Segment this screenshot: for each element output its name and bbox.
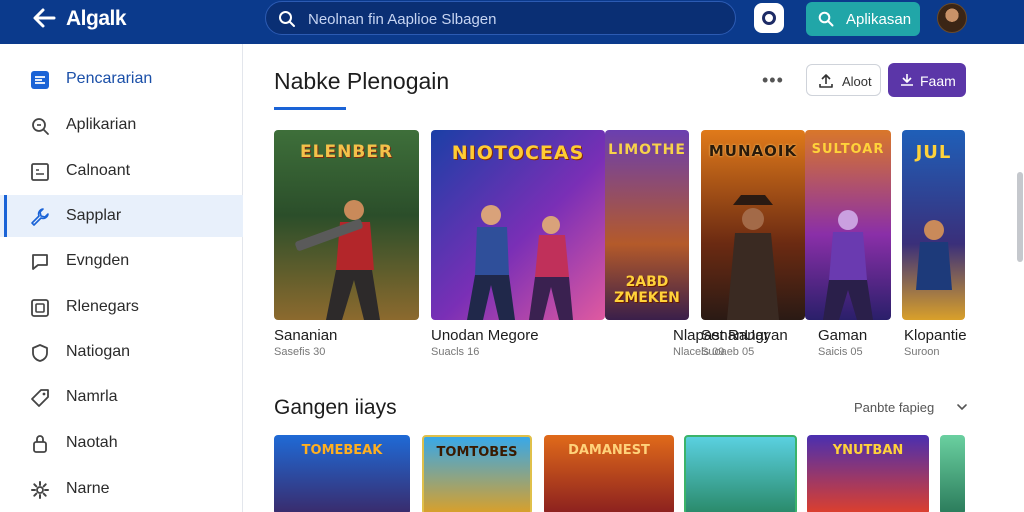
shield-icon [32, 344, 48, 362]
dashboard-icon [31, 71, 49, 89]
tag-icon [31, 389, 49, 407]
banner-text: 2ABD ZMEKEN [614, 274, 680, 306]
card-meta: Suroon [904, 346, 940, 358]
card-art-title: LIMOTHE [608, 142, 686, 158]
sidebar-item-label: Sapplar [66, 207, 122, 224]
gear-icon [31, 481, 49, 499]
sidebar: Pencararian Aplikarian Calnoant Sapplar … [0, 44, 243, 512]
game-artwork [823, 210, 873, 320]
share-button[interactable]: Aloot [806, 64, 881, 96]
card-meta: Suacls 16 [431, 346, 480, 358]
game-tile[interactable]: YNUTBAN [807, 435, 929, 512]
lock-icon [33, 435, 47, 453]
sidebar-item-label: Calnoant [66, 162, 131, 179]
tile-art-title: YNUTBAN [832, 443, 904, 458]
sidebar-item-rlenegars[interactable]: Rlenegars [0, 286, 243, 328]
calendar-icon [31, 163, 49, 181]
back-arrow-icon[interactable] [30, 6, 58, 30]
game-card[interactable]: ELENBER [274, 130, 419, 320]
sidebar-item-natiogan[interactable]: Natiogan [0, 331, 243, 373]
sidebar-item-aplikarian[interactable]: Aplikarian [0, 104, 243, 146]
upload-icon [819, 74, 833, 88]
tile-art-title: DAMANEST [568, 443, 650, 458]
card-art-title: ELENBER [300, 142, 393, 162]
game-artwork [916, 220, 952, 290]
scrollbar-thumb[interactable] [1017, 172, 1023, 262]
search-bar[interactable]: Neolnan fin Aaplioe Slbagen [265, 1, 736, 35]
wrench-icon [31, 208, 49, 226]
sidebar-item-narne[interactable]: Narne [0, 468, 243, 510]
game-tile[interactable]: DAMANEST [544, 435, 674, 512]
card-art-title: JUL [915, 142, 952, 163]
search-icon [818, 11, 834, 27]
card-art-title: NIOTOCEAS [451, 142, 585, 164]
game-tile[interactable]: TOMTOBES [422, 435, 532, 512]
sidebar-item-label: Evngden [66, 252, 130, 269]
card-title[interactable]: Unodan Megore [431, 327, 539, 344]
more-options-button[interactable]: ••• [762, 70, 784, 91]
sidebar-item-naotah[interactable]: Naotah [0, 422, 243, 464]
game-card[interactable]: SULTOAR [805, 130, 891, 320]
sidebar-item-evngden[interactable]: Evngden [0, 240, 243, 282]
section-title: Gangen iiays [274, 396, 397, 419]
card-title[interactable]: Klopantie [904, 327, 967, 344]
camera-icon [762, 11, 776, 25]
game-artwork [467, 205, 573, 320]
search-icon [32, 118, 49, 135]
share-button-label: Aloot [842, 74, 872, 89]
game-tile[interactable]: TOMEBEAK [274, 435, 410, 512]
sidebar-item-label: Namrla [66, 388, 118, 405]
chat-icon [32, 254, 48, 270]
card-meta: Suoaeb 05 [701, 346, 755, 358]
card-art-title: SULTOAR [811, 142, 885, 157]
search-icon [279, 11, 295, 27]
top-app-bar: Algalk Neolnan fin Aaplioe Slbagen Aplik… [0, 0, 1024, 44]
section-title-underline [274, 107, 346, 110]
game-card[interactable]: JUL [902, 130, 965, 320]
chevron-down-icon [957, 404, 967, 411]
sidebar-item-label: Aplikarian [66, 116, 137, 133]
card-meta: Sasefis 30 [274, 346, 326, 358]
card-art-title: MUNAOIK [708, 142, 798, 160]
primary-action-label: Faam [920, 73, 956, 89]
tile-art-title: TOMTOBES [436, 445, 518, 460]
sidebar-item-label: Naotah [66, 434, 118, 451]
game-artwork [295, 200, 380, 320]
game-card[interactable]: LIMOTHE 2ABD ZMEKEN [605, 130, 689, 320]
search-input[interactable]: Neolnan fin Aaplioe Slbagen [308, 11, 496, 28]
card-title[interactable]: Gaman [818, 327, 867, 344]
game-card[interactable]: MUNAOIK [701, 130, 805, 320]
apps-search-button[interactable]: Aplikasan [806, 2, 920, 36]
game-artwork [727, 195, 779, 320]
sidebar-item-namrla[interactable]: Namrla [0, 376, 243, 418]
card-meta: Saicis 05 [818, 346, 863, 358]
sidebar-item-calnoant[interactable]: Calnoant [0, 150, 243, 192]
gallery-icon [31, 299, 49, 317]
user-avatar[interactable] [937, 3, 967, 33]
sidebar-item-pencararian[interactable]: Pencararian [0, 58, 243, 100]
section-title: Nabke Plenogain [274, 68, 450, 94]
sidebar-item-label: Rlenegars [66, 298, 139, 315]
download-icon [901, 74, 913, 86]
primary-action-button[interactable]: Faam [888, 63, 966, 97]
game-tile[interactable] [684, 435, 797, 512]
game-card[interactable]: NIOTOCEAS [431, 130, 605, 320]
game-tile[interactable] [940, 435, 965, 512]
apps-button-label: Aplikasan [846, 11, 912, 28]
sidebar-item-sapplar[interactable]: Sapplar [0, 195, 243, 237]
card-title[interactable]: SenanUayan [701, 327, 788, 344]
camera-button[interactable] [754, 3, 784, 33]
tile-art-title: TOMEBEAK [301, 443, 383, 458]
main-content: Nabke Plenogain ••• Aloot Faam ELENBER S… [243, 44, 1024, 512]
sidebar-item-label: Narne [66, 480, 110, 497]
sort-label: Panbte fapieg [854, 400, 935, 415]
sidebar-item-label: Pencararian [66, 70, 153, 87]
card-title[interactable]: Sananian [274, 327, 337, 344]
app-title: Algalk [66, 7, 127, 30]
sidebar-item-label: Natiogan [66, 343, 131, 360]
